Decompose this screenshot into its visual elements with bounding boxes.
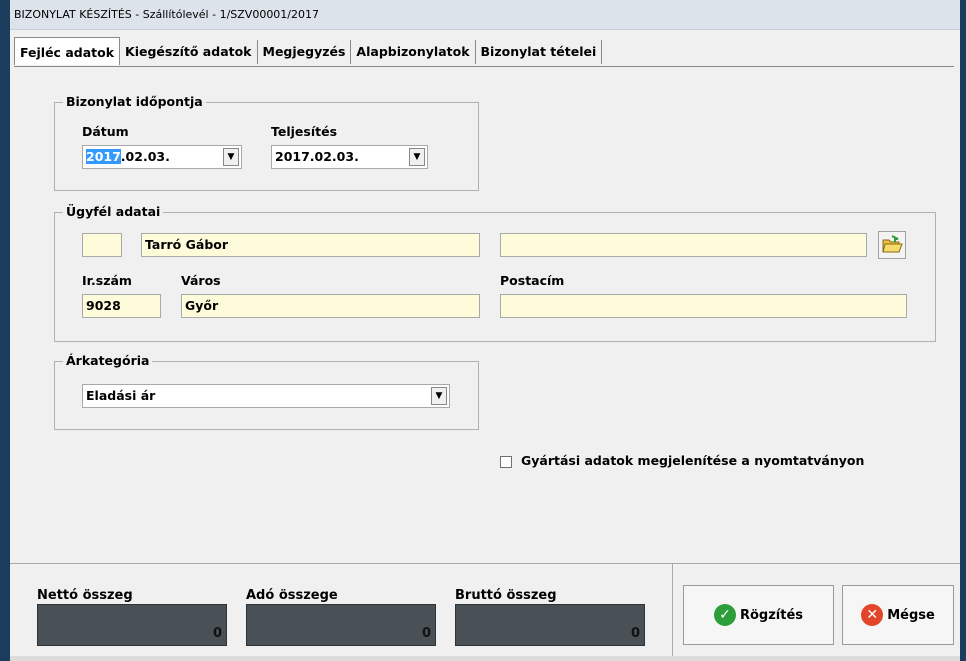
show-production-checkbox[interactable] [500,456,512,468]
doc-time-group-label: Bizonylat időpontja [63,94,206,109]
tax-total-label: Adó összege [246,588,338,603]
date-label: Dátum [82,124,129,139]
customer-group-label: Ügyfél adatai [63,204,164,219]
postal-field[interactable] [500,294,907,318]
tax-total-value: 0 [421,626,431,641]
x-circle-icon: ✕ [861,604,884,626]
cancel-button-label: Mégse [887,607,935,623]
net-total-box: 0 [37,604,227,646]
customer-extra-field[interactable] [500,233,867,257]
check-circle-icon: ✓ [713,604,736,626]
price-category-value: Eladási ár [86,388,156,403]
tab-notes[interactable]: Megjegyzés [258,40,352,64]
city-label: Város [181,273,221,288]
tab-base-documents[interactable]: Alapbizonylatok [351,40,476,64]
save-button-label: Rögzítés [739,607,804,623]
browse-customer-button[interactable] [878,231,906,259]
window-bottom-edge [10,656,960,661]
city-field[interactable]: Győr [181,294,480,318]
date-selected-text: 2017 [86,149,121,164]
date-rest-text: .02.03. [120,149,170,164]
zip-field[interactable]: 9028 [82,294,161,318]
tax-total-box: 0 [246,604,436,646]
date-picker[interactable]: 2017.02.03. ▼ [82,145,242,169]
zip-label: Ir.szám [82,273,132,288]
tab-additional-data[interactable]: Kiegészítő adatok [120,40,258,64]
desktop-left-edge [0,0,10,661]
desktop-right-edge [960,0,966,661]
cancel-button[interactable]: ✕ Mégse [842,585,954,645]
bottom-divider [10,563,960,564]
fulfill-label: Teljesítés [271,124,338,139]
save-button[interactable]: ✓ Rögzítés [683,585,834,645]
postal-label: Postacím [500,273,565,288]
folder-open-icon [882,235,903,253]
customer-name-field[interactable]: Tarró Gábor [141,233,480,257]
price-category-group-label: Árkategória [63,353,153,368]
net-total-label: Nettó összeg [37,588,133,603]
gross-total-label: Bruttó összeg [455,588,557,603]
gross-total-value: 0 [630,626,640,641]
chevron-down-icon[interactable]: ▼ [409,148,425,166]
tab-header-data[interactable]: Fejléc adatok [14,37,121,65]
tab-document-items[interactable]: Bizonylat tételei [476,40,603,64]
net-total-value: 0 [212,626,222,641]
price-category-select[interactable]: Eladási ár ▼ [82,384,450,408]
chevron-down-icon[interactable]: ▼ [223,148,239,166]
fulfill-date-value: 2017.02.03. [275,149,359,164]
chevron-down-icon[interactable]: ▼ [431,387,447,405]
dialog-window: BIZONYLAT KÉSZÍTÉS - Szállítólevél - 1/S… [10,0,960,661]
tab-divider [14,66,954,67]
tab-bar: Fejléc adatok Kiegészítő adatok Megjegyz… [14,37,603,66]
window-title: BIZONYLAT KÉSZÍTÉS - Szállítólevél - 1/S… [10,0,960,30]
bottom-divider-vertical [672,563,673,661]
show-production-label: Gyártási adatok megjelenítése a nyomtatv… [521,453,865,468]
customer-code-field[interactable] [82,233,122,257]
fulfill-date-picker[interactable]: 2017.02.03. ▼ [271,145,428,169]
gross-total-box: 0 [455,604,645,646]
